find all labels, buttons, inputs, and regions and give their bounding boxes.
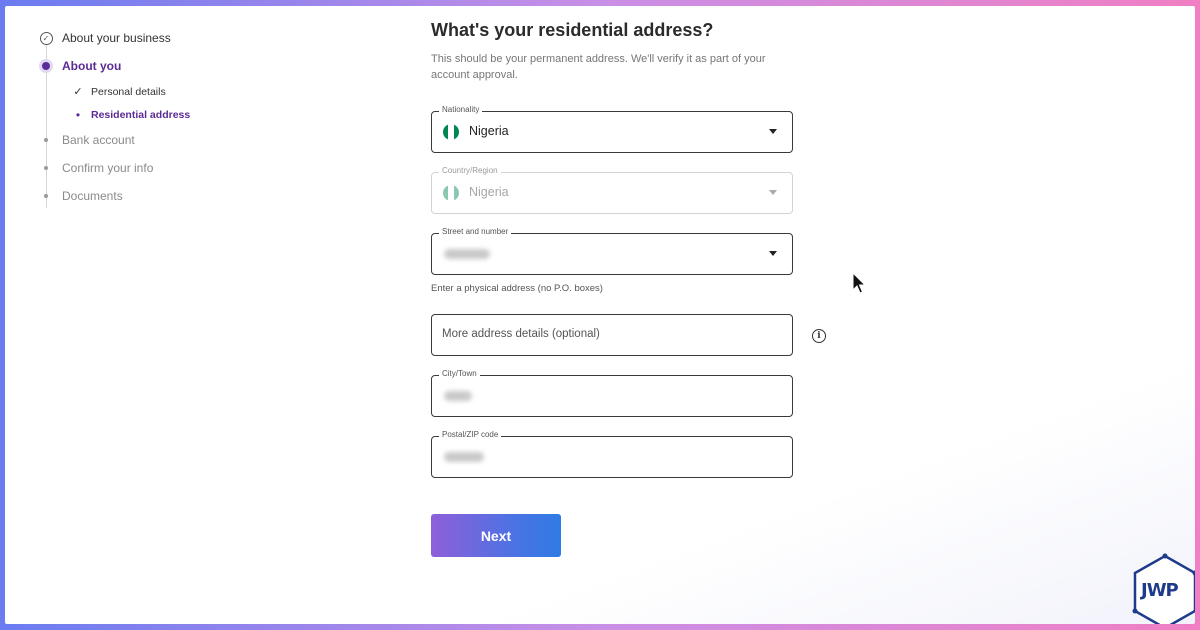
info-icon[interactable]: i [812,329,826,343]
nigeria-flag-icon [443,185,459,201]
redacted-value [444,452,484,462]
step-label: About you [62,59,122,73]
address-form: What's your residential address? This sh… [431,20,851,557]
step-label: Bank account [62,133,135,147]
chevron-down-icon [769,129,777,134]
step-documents[interactable]: Documents [39,182,299,210]
street-helper-text: Enter a physical address (no P.O. boxes) [431,283,603,294]
step-label: Confirm your info [62,161,154,175]
substep-personal-details[interactable]: ✓ Personal details [39,80,299,103]
pending-step-icon [44,194,48,198]
redacted-value [444,391,472,401]
step-label: Documents [62,189,123,203]
page-subtitle: This should be your permanent address. W… [431,53,766,81]
chevron-down-icon [769,190,777,195]
substep-residential-address[interactable]: • Residential address [39,103,299,126]
country-region-select: Country/Region Nigeria [431,166,793,214]
redacted-value [444,249,490,259]
nigeria-flag-icon [443,124,459,140]
bullet-icon: • [75,107,81,122]
chevron-down-icon [769,251,777,256]
step-about-your-business[interactable]: ✓ About your business [39,24,299,52]
logo-text: JWP [1141,580,1179,601]
street-and-number-input[interactable]: Street and number [431,227,793,275]
city-town-input[interactable]: City/Town [431,369,793,417]
step-label: About your business [62,31,171,45]
nationality-select[interactable]: Nationality Nigeria [431,105,793,153]
street-and-number-label: Street and number [439,227,512,236]
more-address-details-placeholder: More address details (optional) [442,328,600,340]
app-frame: ✓ About your business About you ✓ Person… [5,6,1195,624]
nationality-label: Nationality [439,105,483,114]
page-title: What's your residential address? [431,20,714,40]
step-about-you[interactable]: About you [39,52,299,80]
country-region-value: Nigeria [469,185,509,199]
progress-stepper: ✓ About your business About you ✓ Person… [39,24,299,210]
step-confirm-your-info[interactable]: Confirm your info [39,154,299,182]
city-town-label: City/Town [439,369,480,378]
pending-step-icon [44,138,48,142]
nationality-value: Nigeria [469,124,509,138]
step-bank-account[interactable]: Bank account [39,126,299,154]
pending-step-icon [44,166,48,170]
country-region-label: Country/Region [439,166,501,175]
check-circle-icon: ✓ [39,31,53,45]
more-address-details-input[interactable]: More address details (optional) [431,314,793,356]
current-step-icon [42,62,50,70]
substep-label: Personal details [91,85,166,98]
postal-zip-code-label: Postal/ZIP code [439,430,502,439]
postal-zip-code-input[interactable]: Postal/ZIP code [431,430,793,478]
jwp-logo: JWP [1131,553,1195,624]
mouse-cursor-icon [852,272,867,294]
next-button[interactable]: Next [431,514,561,557]
substep-label: Residential address [91,108,191,121]
check-icon: ✓ [73,86,83,98]
